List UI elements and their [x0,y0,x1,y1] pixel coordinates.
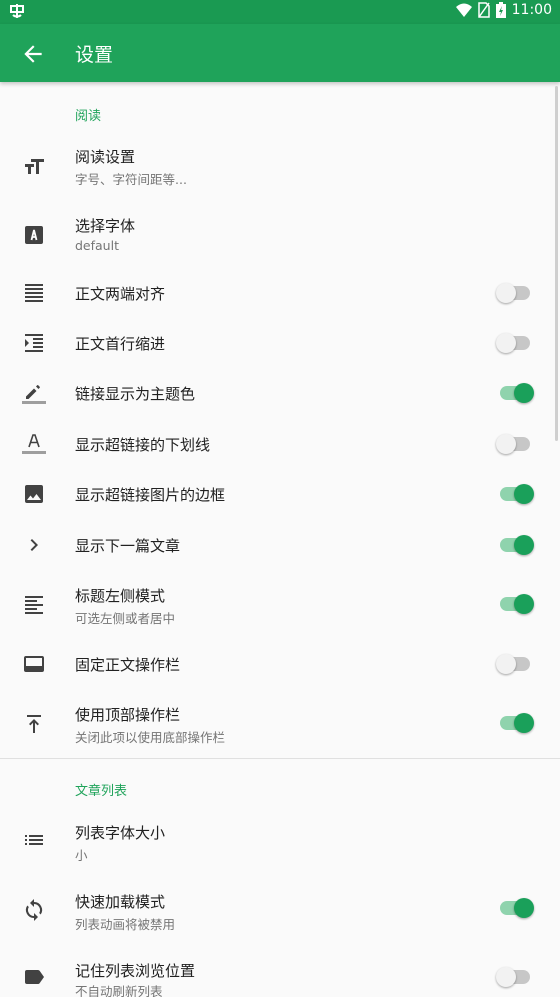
app-notification-icon [8,2,26,20]
item-subtitle: 关闭此项以使用底部操作栏 [75,730,226,745]
section-header-article-list: 文章列表 [75,784,128,799]
item-title: 显示下一篇文章 [75,537,181,555]
list-icon [22,828,46,852]
show-next-article-toggle[interactable] [496,533,536,557]
item-subtitle: default [75,238,119,253]
label-icon [22,965,46,989]
sync-icon [22,898,46,922]
text-size-icon [22,155,46,179]
item-subtitle: 列表动画将被禁用 [75,917,176,932]
item-title: 链接显示为主题色 [75,385,196,403]
setting-fixed-action-bar[interactable]: 固定正文操作栏 [0,645,560,683]
underline-text-icon [22,431,46,455]
item-title: 记住列表浏览位置 [75,962,196,980]
link-underline-toggle[interactable] [496,432,536,456]
setting-link-underline[interactable]: 显示超链接的下划线 [0,425,560,463]
page-title: 设置 [75,44,114,66]
setting-reading-settings[interactable]: 阅读设置 字号、字符间距等... [0,137,560,197]
section-divider [0,758,560,759]
bottom-bar-icon [22,652,46,676]
setting-fast-load-mode[interactable]: 快速加载模式 列表动画将被禁用 [0,882,560,942]
item-subtitle: 小 [75,848,88,863]
clock-time: 11:00 [511,2,552,18]
setting-select-font[interactable]: 选择字体 default [0,206,560,266]
item-title: 快速加载模式 [75,893,166,911]
fixed-action-bar-toggle[interactable] [496,652,536,676]
font-box-icon [22,223,46,247]
item-title: 正文两端对齐 [75,285,166,303]
indent-toggle[interactable] [496,331,536,355]
item-title: 正文首行缩进 [75,335,166,353]
no-sim-icon [477,2,490,18]
justify-icon [22,281,46,305]
settings-list[interactable]: 阅读 阅读设置 字号、字符间距等... 选择字体 default 正文两端对齐 … [0,82,560,997]
wifi-icon [455,3,472,17]
app-bar: 设置 [0,24,560,82]
title-left-mode-toggle[interactable] [496,592,536,616]
scrollbar[interactable] [555,86,558,441]
item-title: 标题左侧模式 [75,587,166,605]
item-title: 固定正文操作栏 [75,656,181,674]
setting-title-left-mode[interactable]: 标题左侧模式 可选左侧或者居中 [0,576,560,636]
link-image-border-toggle[interactable] [496,482,536,506]
item-subtitle: 字号、字符间距等... [75,172,187,187]
back-arrow-icon[interactable] [20,41,46,67]
setting-show-next-article[interactable]: 显示下一篇文章 [0,526,560,564]
justify-toggle[interactable] [496,281,536,305]
image-icon [22,482,46,506]
fast-load-mode-toggle[interactable] [496,896,536,920]
align-top-icon [22,712,46,736]
item-title: 显示超链接的下划线 [75,436,211,454]
item-title: 选择字体 [75,217,136,235]
item-title: 使用顶部操作栏 [75,706,181,724]
setting-remember-list-position[interactable]: 记住列表浏览位置 不自动刷新列表 [0,951,560,997]
link-theme-color-toggle[interactable] [496,381,536,405]
setting-list-font-size[interactable]: 列表字体大小 小 [0,813,560,873]
item-subtitle: 不自动刷新列表 [75,984,163,997]
battery-charging-icon [495,2,506,18]
setting-justify-text[interactable]: 正文两端对齐 [0,274,560,312]
section-header-reading: 阅读 [75,109,102,124]
indent-icon [22,331,46,355]
pencil-icon [22,381,46,405]
chevron-right-icon [22,533,46,557]
remember-list-position-toggle[interactable] [496,965,536,989]
align-left-icon [22,593,46,617]
setting-link-image-border[interactable]: 显示超链接图片的边框 [0,475,560,513]
item-title: 列表字体大小 [75,824,166,842]
status-bar: 11:00 [0,0,560,24]
item-subtitle: 可选左侧或者居中 [75,611,176,626]
item-title: 显示超链接图片的边框 [75,486,226,504]
item-title: 阅读设置 [75,148,136,166]
setting-top-action-bar[interactable]: 使用顶部操作栏 关闭此项以使用底部操作栏 [0,695,560,755]
setting-link-theme-color[interactable]: 链接显示为主题色 [0,374,560,412]
top-action-bar-toggle[interactable] [496,711,536,735]
setting-first-line-indent[interactable]: 正文首行缩进 [0,324,560,362]
